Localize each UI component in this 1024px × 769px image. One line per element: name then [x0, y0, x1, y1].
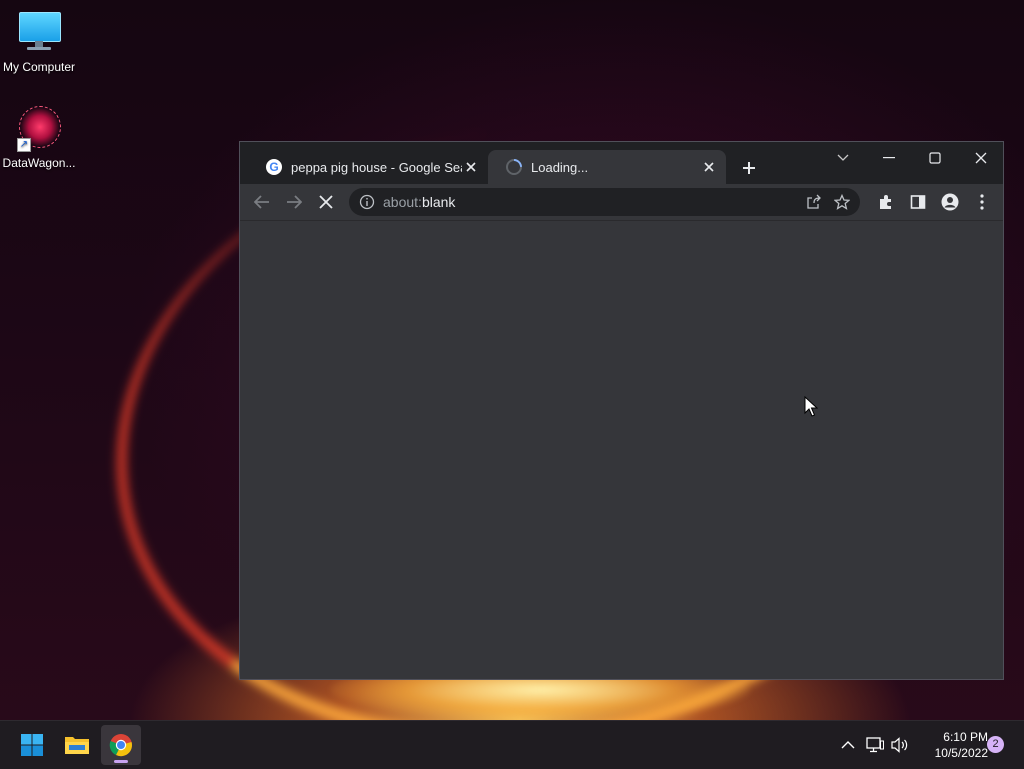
start-button[interactable] — [12, 725, 52, 765]
tab-title: peppa pig house - Google Search — [291, 159, 462, 175]
url-host: blank — [421, 194, 456, 210]
clock-date: 10/5/2022 — [934, 746, 988, 760]
chrome-icon — [109, 734, 132, 757]
page-content[interactable] — [240, 221, 1003, 679]
back-button[interactable] — [248, 188, 276, 216]
volume-icon — [891, 737, 908, 753]
stop-icon — [319, 195, 333, 209]
forward-button[interactable] — [280, 188, 308, 216]
side-panel-button[interactable] — [904, 188, 932, 216]
profile-icon — [941, 193, 959, 211]
tab-close-icon[interactable] — [700, 158, 718, 176]
network-button[interactable] — [864, 734, 886, 756]
share-icon[interactable] — [806, 194, 822, 210]
tab-title: Loading... — [531, 159, 589, 175]
maximize-icon — [929, 152, 941, 164]
menu-icon — [980, 194, 984, 210]
minimize-icon — [883, 157, 895, 159]
profile-button[interactable] — [936, 188, 964, 216]
forward-icon — [287, 195, 302, 209]
address-bar-url: about:blank — [383, 194, 806, 210]
google-icon: G — [266, 159, 282, 175]
minimize-button[interactable] — [866, 144, 912, 172]
taskbar-clock[interactable]: 6:10 PM 10/5/2022 — [912, 729, 988, 761]
info-icon[interactable] — [359, 194, 375, 210]
plus-icon — [743, 162, 755, 174]
side-panel-icon — [910, 195, 926, 209]
taskbar: 6:10 PM 10/5/2022 — [0, 720, 1024, 769]
folder-icon — [65, 737, 89, 754]
address-bar[interactable]: about:blank — [349, 188, 860, 216]
shortcut-arrow-icon: ↗ — [17, 138, 31, 152]
windows-start-icon — [21, 734, 43, 756]
desktop-icon-label: My Computer — [2, 60, 76, 74]
active-app-indicator — [114, 760, 128, 763]
new-tab-button[interactable] — [736, 155, 762, 181]
taskbar-chrome[interactable] — [101, 725, 141, 765]
browser-toolbar: about:blank — [240, 184, 1003, 221]
close-window-button[interactable] — [958, 144, 1004, 172]
notification-badge[interactable]: 2 — [987, 736, 1004, 753]
browser-menu-button[interactable] — [968, 188, 996, 216]
monitor-icon — [17, 10, 61, 54]
tab-search-button[interactable] — [820, 144, 866, 172]
stop-button[interactable] — [312, 188, 340, 216]
desktop-icon-label: DataWagon... — [2, 156, 76, 170]
volume-button[interactable] — [889, 734, 911, 756]
desktop-icon-my-computer[interactable]: My Computer — [0, 10, 78, 74]
extensions-icon — [880, 195, 891, 209]
back-icon — [254, 195, 269, 209]
chevron-up-icon — [841, 741, 855, 749]
network-icon — [866, 737, 884, 753]
clock-time: 6:10 PM — [943, 730, 988, 744]
tab-google-search[interactable]: G peppa pig house - Google Search — [248, 150, 488, 184]
tab-loading[interactable]: Loading... — [488, 150, 726, 184]
tab-close-icon[interactable] — [462, 158, 480, 176]
close-icon — [975, 152, 987, 164]
extensions-button[interactable] — [872, 188, 900, 216]
loading-spinner-icon — [502, 155, 526, 179]
show-hidden-icons-button[interactable] — [837, 734, 859, 756]
taskbar-file-explorer[interactable] — [57, 725, 97, 765]
url-scheme: about: — [383, 194, 422, 210]
bookmark-star-icon[interactable] — [834, 194, 850, 210]
browser-titlebar[interactable]: G peppa pig house - Google Search Loadin… — [240, 142, 1003, 184]
datawagon-icon: ↗ — [17, 106, 61, 152]
tab-search-icon — [837, 154, 849, 161]
browser-window: G peppa pig house - Google Search Loadin… — [239, 141, 1004, 680]
mouse-cursor-icon — [804, 396, 818, 417]
maximize-button[interactable] — [912, 144, 958, 172]
desktop-icon-datawagon[interactable]: ↗ DataWagon... — [0, 106, 78, 170]
